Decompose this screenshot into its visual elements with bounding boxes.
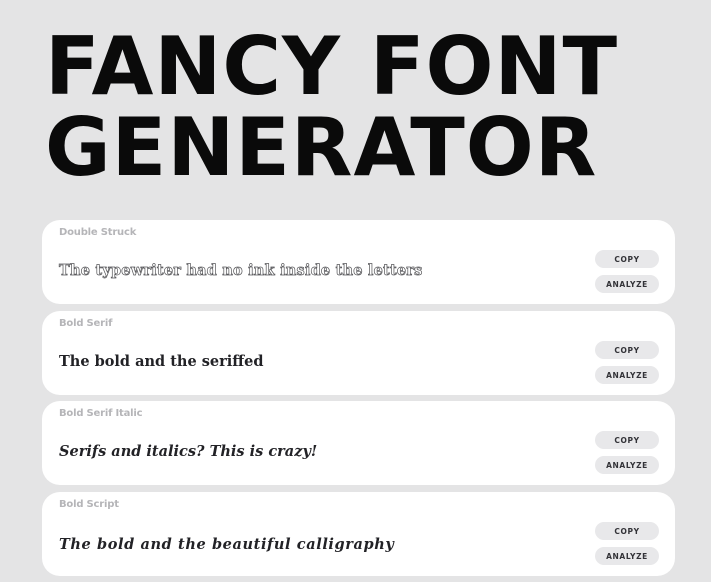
page-title-line-2: GENERATOR	[45, 101, 598, 194]
font-style-label: Double Struck	[59, 227, 137, 238]
analyze-button[interactable]: ANALYZE	[595, 547, 659, 565]
font-card-bold-script: Bold Script The bold and the beautiful c…	[42, 492, 675, 576]
copy-button[interactable]: COPY	[595, 250, 659, 268]
font-sample-text[interactable]: The typewriter had no ink inside the let…	[59, 262, 423, 280]
font-sample-text[interactable]: Serifs and italics? This is crazy!	[59, 443, 317, 460]
copy-button[interactable]: COPY	[595, 341, 659, 359]
page-title: FANCY FONT GENERATOR	[45, 26, 618, 188]
font-style-label: Bold Serif Italic	[59, 408, 143, 419]
font-card-double-struck: Double Struck The typewriter had no ink …	[42, 220, 675, 304]
page-title-line-1: FANCY FONT	[45, 20, 619, 113]
font-style-label: Bold Serif	[59, 318, 113, 329]
font-card-bold-serif-italic: Bold Serif Italic Serifs and italics? Th…	[42, 401, 675, 485]
font-card-bold-serif: Bold Serif The bold and the seriffed COP…	[42, 311, 675, 395]
font-sample-text[interactable]: The bold and the beautiful calligraphy	[59, 536, 394, 553]
analyze-button[interactable]: ANALYZE	[595, 456, 659, 474]
copy-button[interactable]: COPY	[595, 522, 659, 540]
analyze-button[interactable]: ANALYZE	[595, 275, 659, 293]
font-style-label: Bold Script	[59, 499, 119, 510]
copy-button[interactable]: COPY	[595, 431, 659, 449]
font-sample-text[interactable]: The bold and the seriffed	[59, 353, 264, 370]
analyze-button[interactable]: ANALYZE	[595, 366, 659, 384]
